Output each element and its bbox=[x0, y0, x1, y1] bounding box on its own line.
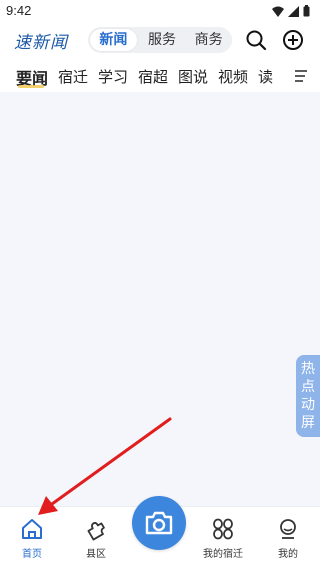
status-bar: 9:42 bbox=[0, 0, 320, 22]
user-icon bbox=[280, 519, 296, 539]
search-icon[interactable] bbox=[245, 29, 267, 51]
hot-topics-float-tab[interactable]: 热 点 动 屏 bbox=[296, 355, 320, 437]
nav-my-suqian[interactable]: 我的宿迁 bbox=[193, 517, 253, 560]
nav-me[interactable]: 我的 bbox=[258, 517, 318, 560]
wifi-icon bbox=[272, 6, 284, 17]
nav-county[interactable]: 县区 bbox=[66, 517, 126, 560]
nav-label: 我的宿迁 bbox=[203, 549, 243, 560]
content-area[interactable] bbox=[0, 92, 320, 506]
tab-video[interactable]: 视频 bbox=[218, 66, 248, 87]
float-tab-char: 动 bbox=[301, 397, 315, 413]
signal-icon bbox=[288, 5, 299, 17]
app-logo: 速新闻 bbox=[14, 28, 68, 53]
segment-services[interactable]: 服务 bbox=[139, 27, 186, 53]
nav-label: 县区 bbox=[86, 549, 106, 560]
tab-photos[interactable]: 图说 bbox=[178, 66, 208, 87]
tab-study[interactable]: 学习 bbox=[98, 66, 128, 87]
tab-read[interactable]: 读 bbox=[258, 66, 273, 87]
nav-label: 首页 bbox=[22, 549, 42, 560]
channel-menu-icon[interactable] bbox=[294, 69, 308, 83]
tab-suchao[interactable]: 宿超 bbox=[138, 66, 168, 87]
status-icons bbox=[272, 5, 310, 17]
segment-business[interactable]: 商务 bbox=[185, 27, 232, 53]
channel-tabs: 要闻 宿迁 学习 宿超 图说 视频 读 bbox=[0, 60, 320, 92]
active-tab-underline bbox=[18, 85, 44, 88]
segment-news[interactable]: 新闻 bbox=[90, 29, 137, 51]
add-icon[interactable] bbox=[282, 29, 304, 51]
battery-icon bbox=[303, 5, 310, 17]
puzzle-icon bbox=[87, 522, 105, 541]
logo-text: 速新闻 bbox=[14, 32, 68, 53]
float-tab-char: 点 bbox=[301, 379, 315, 395]
app-header: 速新闻 新闻 服务 商务 bbox=[0, 22, 320, 58]
status-time: 9:42 bbox=[6, 3, 32, 18]
float-tab-char: 热 bbox=[301, 361, 315, 377]
camera-icon bbox=[145, 511, 173, 535]
home-icon bbox=[22, 519, 42, 539]
nav-label: 我的 bbox=[278, 549, 298, 560]
tab-suqian[interactable]: 宿迁 bbox=[58, 66, 88, 87]
section-switcher: 新闻 服务 商务 bbox=[88, 27, 232, 53]
camera-button[interactable] bbox=[132, 496, 186, 550]
float-tab-char: 屏 bbox=[301, 415, 315, 431]
nav-home[interactable]: 首页 bbox=[2, 517, 62, 560]
grid-icon bbox=[213, 518, 233, 540]
